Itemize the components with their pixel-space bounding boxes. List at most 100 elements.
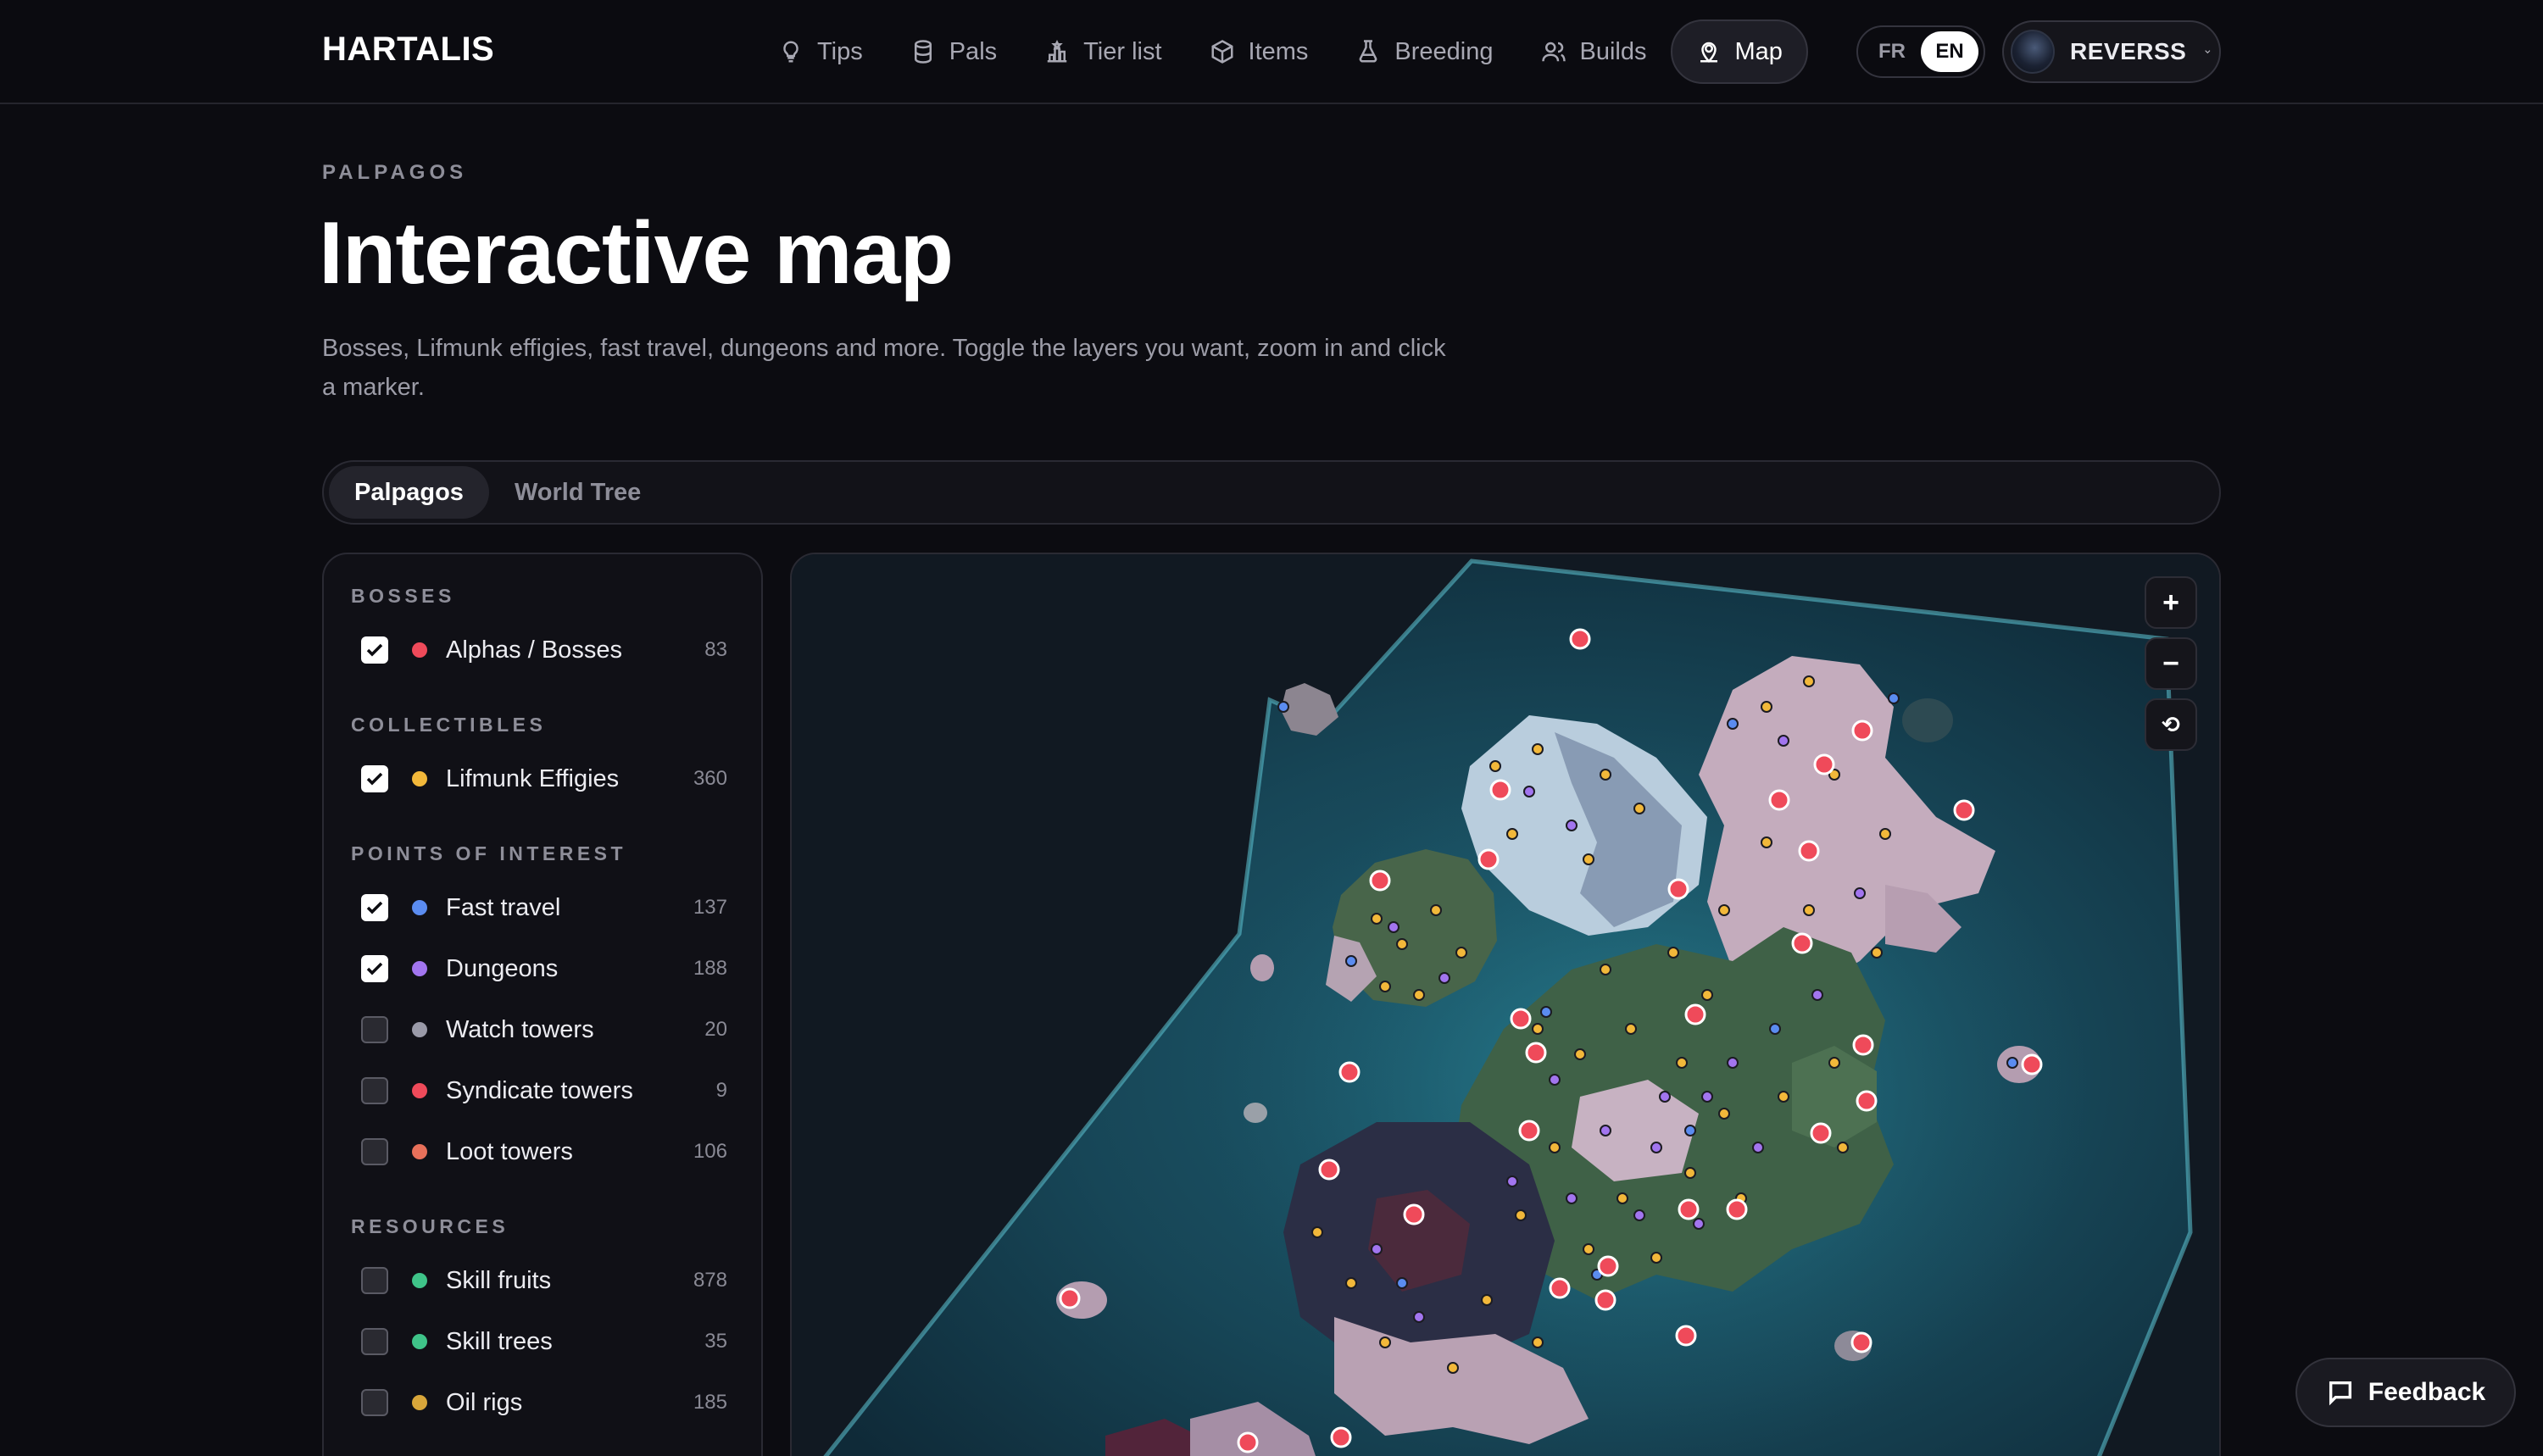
check-icon bbox=[366, 901, 383, 914]
chevron-down-icon bbox=[2205, 50, 2211, 54]
page-subtitle: Bosses, Lifmunk effigies, fast travel, d… bbox=[322, 335, 1446, 401]
lightbulb-icon bbox=[783, 41, 799, 63]
layer-group-title: POINTS OF INTEREST bbox=[351, 842, 627, 864]
layer-checkbox[interactable] bbox=[361, 1267, 388, 1294]
tab-palpagos[interactable]: Palpagos bbox=[329, 466, 489, 519]
layer-checkbox[interactable] bbox=[361, 894, 388, 921]
database-icon bbox=[914, 40, 932, 64]
reset-view-button[interactable]: ⟲ bbox=[2145, 698, 2197, 751]
region-tabs: Palpagos World Tree bbox=[322, 460, 2221, 525]
map-islet-small bbox=[1250, 954, 1274, 981]
layer-checkbox[interactable] bbox=[361, 955, 388, 982]
layer-skill-fruits[interactable]: Skill fruits 878 bbox=[361, 1259, 727, 1302]
map-islet-tiny bbox=[1244, 1103, 1267, 1123]
site-logo[interactable]: HARTALIS bbox=[322, 31, 494, 69]
layer-color-dot bbox=[412, 1083, 427, 1098]
page-title: Interactive map bbox=[319, 204, 954, 303]
layer-label: Fast travel bbox=[446, 893, 561, 921]
layer-label: Watch towers bbox=[446, 1015, 594, 1043]
layer-label: Oil rigs bbox=[446, 1388, 523, 1416]
layer-color-dot bbox=[412, 1334, 427, 1349]
layer-label: Lifmunk Effigies bbox=[446, 764, 620, 792]
layer-label: Skill trees bbox=[446, 1327, 553, 1355]
layer-count: 360 bbox=[693, 767, 727, 790]
podium-icon bbox=[1047, 39, 1067, 63]
nav-builds-label: Builds bbox=[1579, 37, 1647, 65]
users-icon bbox=[1541, 42, 1566, 62]
layer-color-dot bbox=[412, 1144, 427, 1159]
layer-color-dot bbox=[412, 900, 427, 915]
nav-items[interactable]: Items bbox=[1186, 19, 1333, 84]
nav-tips-label: Tips bbox=[817, 37, 863, 65]
nav-items-label: Items bbox=[1248, 37, 1309, 65]
layer-label: Loot towers bbox=[446, 1137, 573, 1165]
main-nav: Tips Pals Tier list Items Breeding Build… bbox=[754, 19, 1808, 84]
map-canvas[interactable] bbox=[792, 554, 2221, 1456]
nav-breeding-label: Breeding bbox=[1394, 37, 1494, 65]
layer-checkbox[interactable] bbox=[361, 636, 388, 664]
layer-group-title: RESOURCES bbox=[351, 1215, 509, 1237]
layer-count: 20 bbox=[704, 1018, 727, 1041]
layer-color-dot bbox=[412, 642, 427, 658]
layer-color-dot bbox=[412, 1022, 427, 1037]
layer-count: 878 bbox=[693, 1269, 727, 1292]
layer-watch-towers[interactable]: Watch towers 20 bbox=[361, 1009, 727, 1051]
layer-label: Syndicate towers bbox=[446, 1076, 633, 1104]
zoom-out-button[interactable]: − bbox=[2145, 637, 2197, 690]
user-name: REVERSS bbox=[2070, 38, 2187, 64]
layer-count: 106 bbox=[693, 1140, 727, 1163]
layer-count: 35 bbox=[704, 1330, 727, 1353]
layer-color-dot bbox=[412, 961, 427, 976]
nav-pals-label: Pals bbox=[949, 37, 998, 65]
layer-color-dot bbox=[412, 771, 427, 786]
zoom-in-button[interactable]: + bbox=[2145, 576, 2197, 629]
feedback-label: Feedback bbox=[2368, 1378, 2486, 1406]
layer-count: 188 bbox=[693, 957, 727, 980]
avatar bbox=[2011, 30, 2055, 74]
cube-icon bbox=[1211, 40, 1233, 64]
layer-label: Skill fruits bbox=[446, 1266, 552, 1294]
user-menu-button[interactable]: REVERSS bbox=[2002, 20, 2221, 83]
nav-tier-list-label: Tier list bbox=[1083, 37, 1162, 65]
feedback-button[interactable]: Feedback bbox=[2295, 1358, 2516, 1427]
layer-dungeons[interactable]: Dungeons 188 bbox=[361, 948, 727, 990]
layer-color-dot bbox=[412, 1273, 427, 1288]
nav-tips[interactable]: Tips bbox=[754, 19, 887, 84]
check-icon bbox=[366, 643, 383, 657]
layer-syndicate-towers[interactable]: Syndicate towers 9 bbox=[361, 1070, 727, 1112]
chat-bubble-icon bbox=[2329, 1381, 2351, 1406]
layer-color-dot bbox=[412, 1395, 427, 1410]
tab-world-tree[interactable]: World Tree bbox=[489, 466, 666, 519]
lang-fr-button[interactable]: FR bbox=[1863, 31, 1921, 72]
interactive-map[interactable]: + − ⟲ bbox=[790, 553, 2221, 1456]
layer-alphas-bosses[interactable]: Alphas / Bosses 83 bbox=[361, 629, 727, 671]
layer-loot-towers[interactable]: Loot towers 106 bbox=[361, 1131, 727, 1173]
layer-skill-trees[interactable]: Skill trees 35 bbox=[361, 1320, 727, 1363]
layer-count: 83 bbox=[704, 638, 727, 661]
layer-checkbox[interactable] bbox=[361, 1077, 388, 1104]
nav-builds[interactable]: Builds bbox=[1517, 19, 1671, 84]
layer-lifmunk-effigies[interactable]: Lifmunk Effigies 360 bbox=[361, 758, 727, 800]
layers-panel: BOSSES Alphas / Bosses 83 COLLECTIBLES L… bbox=[322, 553, 763, 1456]
layer-count: 137 bbox=[693, 896, 727, 919]
nav-pals[interactable]: Pals bbox=[887, 19, 1021, 84]
layer-checkbox[interactable] bbox=[361, 1328, 388, 1355]
layer-checkbox[interactable] bbox=[361, 1389, 388, 1416]
nav-breeding[interactable]: Breeding bbox=[1332, 19, 1516, 84]
layer-checkbox[interactable] bbox=[361, 1016, 388, 1043]
layer-group-title: BOSSES bbox=[351, 585, 455, 607]
map-islet-northeast bbox=[1902, 698, 1953, 742]
layer-label: Alphas / Bosses bbox=[446, 636, 622, 664]
flask-icon bbox=[1360, 40, 1377, 63]
map-pin-icon bbox=[1700, 42, 1717, 64]
nav-tier-list[interactable]: Tier list bbox=[1021, 19, 1185, 84]
layer-count: 9 bbox=[715, 1079, 727, 1102]
layer-checkbox[interactable] bbox=[361, 765, 388, 792]
layer-oil-rigs[interactable]: Oil rigs 185 bbox=[361, 1381, 727, 1424]
nav-map[interactable]: Map bbox=[1670, 19, 1808, 84]
lang-en-button[interactable]: EN bbox=[1921, 31, 1978, 72]
page-eyebrow: PALPAGOS bbox=[322, 161, 468, 184]
layer-checkbox[interactable] bbox=[361, 1138, 388, 1165]
nav-map-label: Map bbox=[1734, 37, 1783, 65]
layer-fast-travel[interactable]: Fast travel 137 bbox=[361, 886, 727, 929]
